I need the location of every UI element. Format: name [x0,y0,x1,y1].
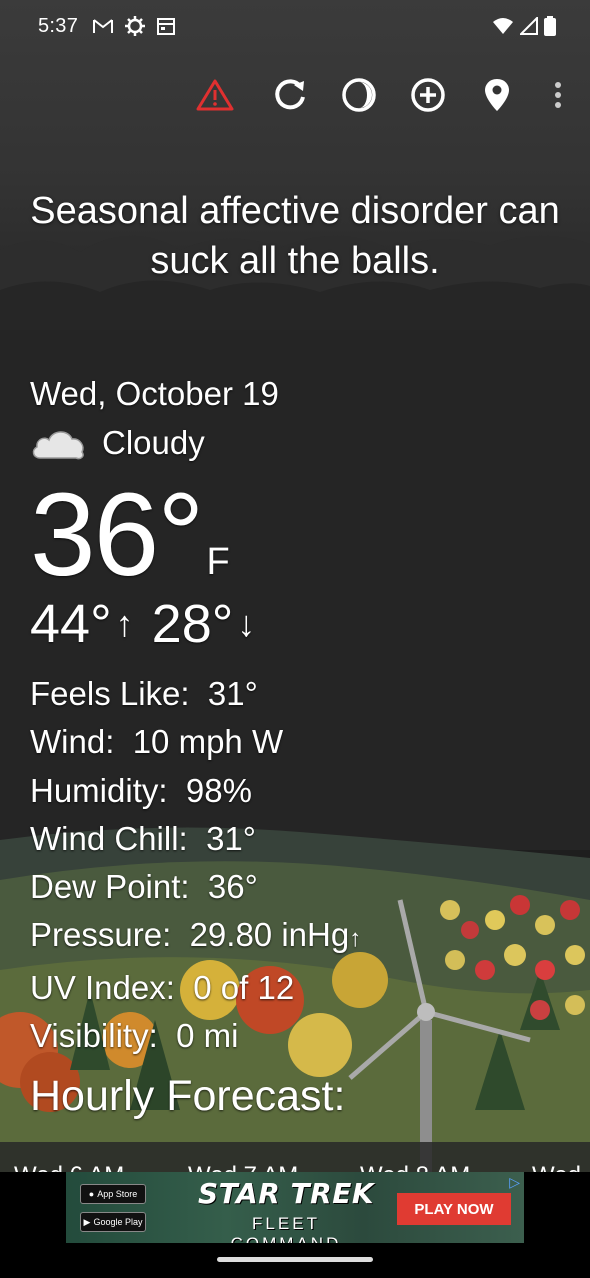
status-bar: 5:37 [0,0,590,52]
hourly-forecast-strip[interactable]: Wed 6 AM Wed 7 AM Wed 8 AM Wed [0,1142,590,1172]
low-temp: 28° [151,594,234,654]
settings-icon [125,16,146,36]
detail-dew-point: Dew Point36° [30,863,361,911]
detail-visibility: Visibility0 mi [30,1012,361,1060]
header-quote: Seasonal affective disorder can suck all… [30,190,560,282]
detail-uv-index: UV Index0 of 12 [30,964,361,1012]
gmail-icon [93,19,114,33]
high-temp: 44° [30,594,112,654]
app-store-badge[interactable]: ● App Store [80,1184,146,1204]
ad-brand-subtitle: FLEET COMMAND [231,1214,339,1243]
ad-choices-icon[interactable]: ▷ [509,1174,520,1191]
down-arrow-icon: ↓ [237,603,256,644]
alert-icon[interactable] [194,74,236,116]
detail-feels-like: Feels Like31° [30,670,361,718]
temperature-row: 36° F [30,469,361,601]
hourly-forecast-title: Hourly Forecast: [30,1072,346,1120]
detail-humidity: Humidity98% [30,767,361,815]
detail-pressure: Pressure29.80 inHg↑ [30,911,361,963]
condition-text: Cloudy [102,424,205,461]
more-vert-icon[interactable] [537,74,579,116]
home-indicator[interactable] [217,1257,373,1262]
ad-banner[interactable]: ● App Store ▶ Google Play STAR TREK FLEET … [66,1172,524,1243]
battery-icon [544,16,556,36]
signal-icon [520,17,538,35]
hourly-item[interactable]: Wed [532,1162,581,1172]
refresh-icon[interactable] [269,74,311,116]
ad-area: ● App Store ▶ Google Play STAR TREK FLEET … [0,1172,590,1278]
up-arrow-icon: ↑ [115,603,134,644]
detail-wind: Wind10 mph W [30,718,361,766]
wifi-icon [493,18,513,34]
moon-phase-icon[interactable] [338,74,380,116]
ad-play-button[interactable]: PLAY NOW [397,1193,511,1225]
play-icon: ▶ [83,1216,91,1227]
cloud-icon [32,431,84,460]
add-location-icon[interactable] [407,74,449,116]
status-time: 5:37 [38,14,79,37]
weather-date: Wed, October 19 [30,375,279,412]
detail-wind-chill: Wind Chill31° [30,815,361,863]
current-temperature: 36° [30,469,204,601]
high-low-row: 44° ↑ 28° ↓ [30,592,361,656]
location-pin-icon[interactable] [476,74,518,116]
weather-details: Feels Like31° Wind10 mph W Humidity98% W… [30,670,361,1060]
google-play-badge[interactable]: ▶ Google Play [80,1212,146,1232]
hourly-item[interactable]: Wed 7 AM [188,1162,298,1172]
ad-brand-title: STAR TREK [197,1177,375,1210]
calendar-icon [157,18,176,35]
hourly-item[interactable]: Wed 6 AM [14,1162,124,1172]
temperature-unit: F [206,541,230,583]
condition-row: Cloudy [30,420,361,466]
current-weather: Wed, October 19 Cloudy 36° F 44° ↑ 28° ↓… [30,372,361,1060]
apple-icon: ● [88,1189,95,1199]
pressure-rising-arrow-icon: ↑ [349,925,362,953]
hourly-item[interactable]: Wed 8 AM [360,1162,470,1172]
toolbar [0,70,590,120]
